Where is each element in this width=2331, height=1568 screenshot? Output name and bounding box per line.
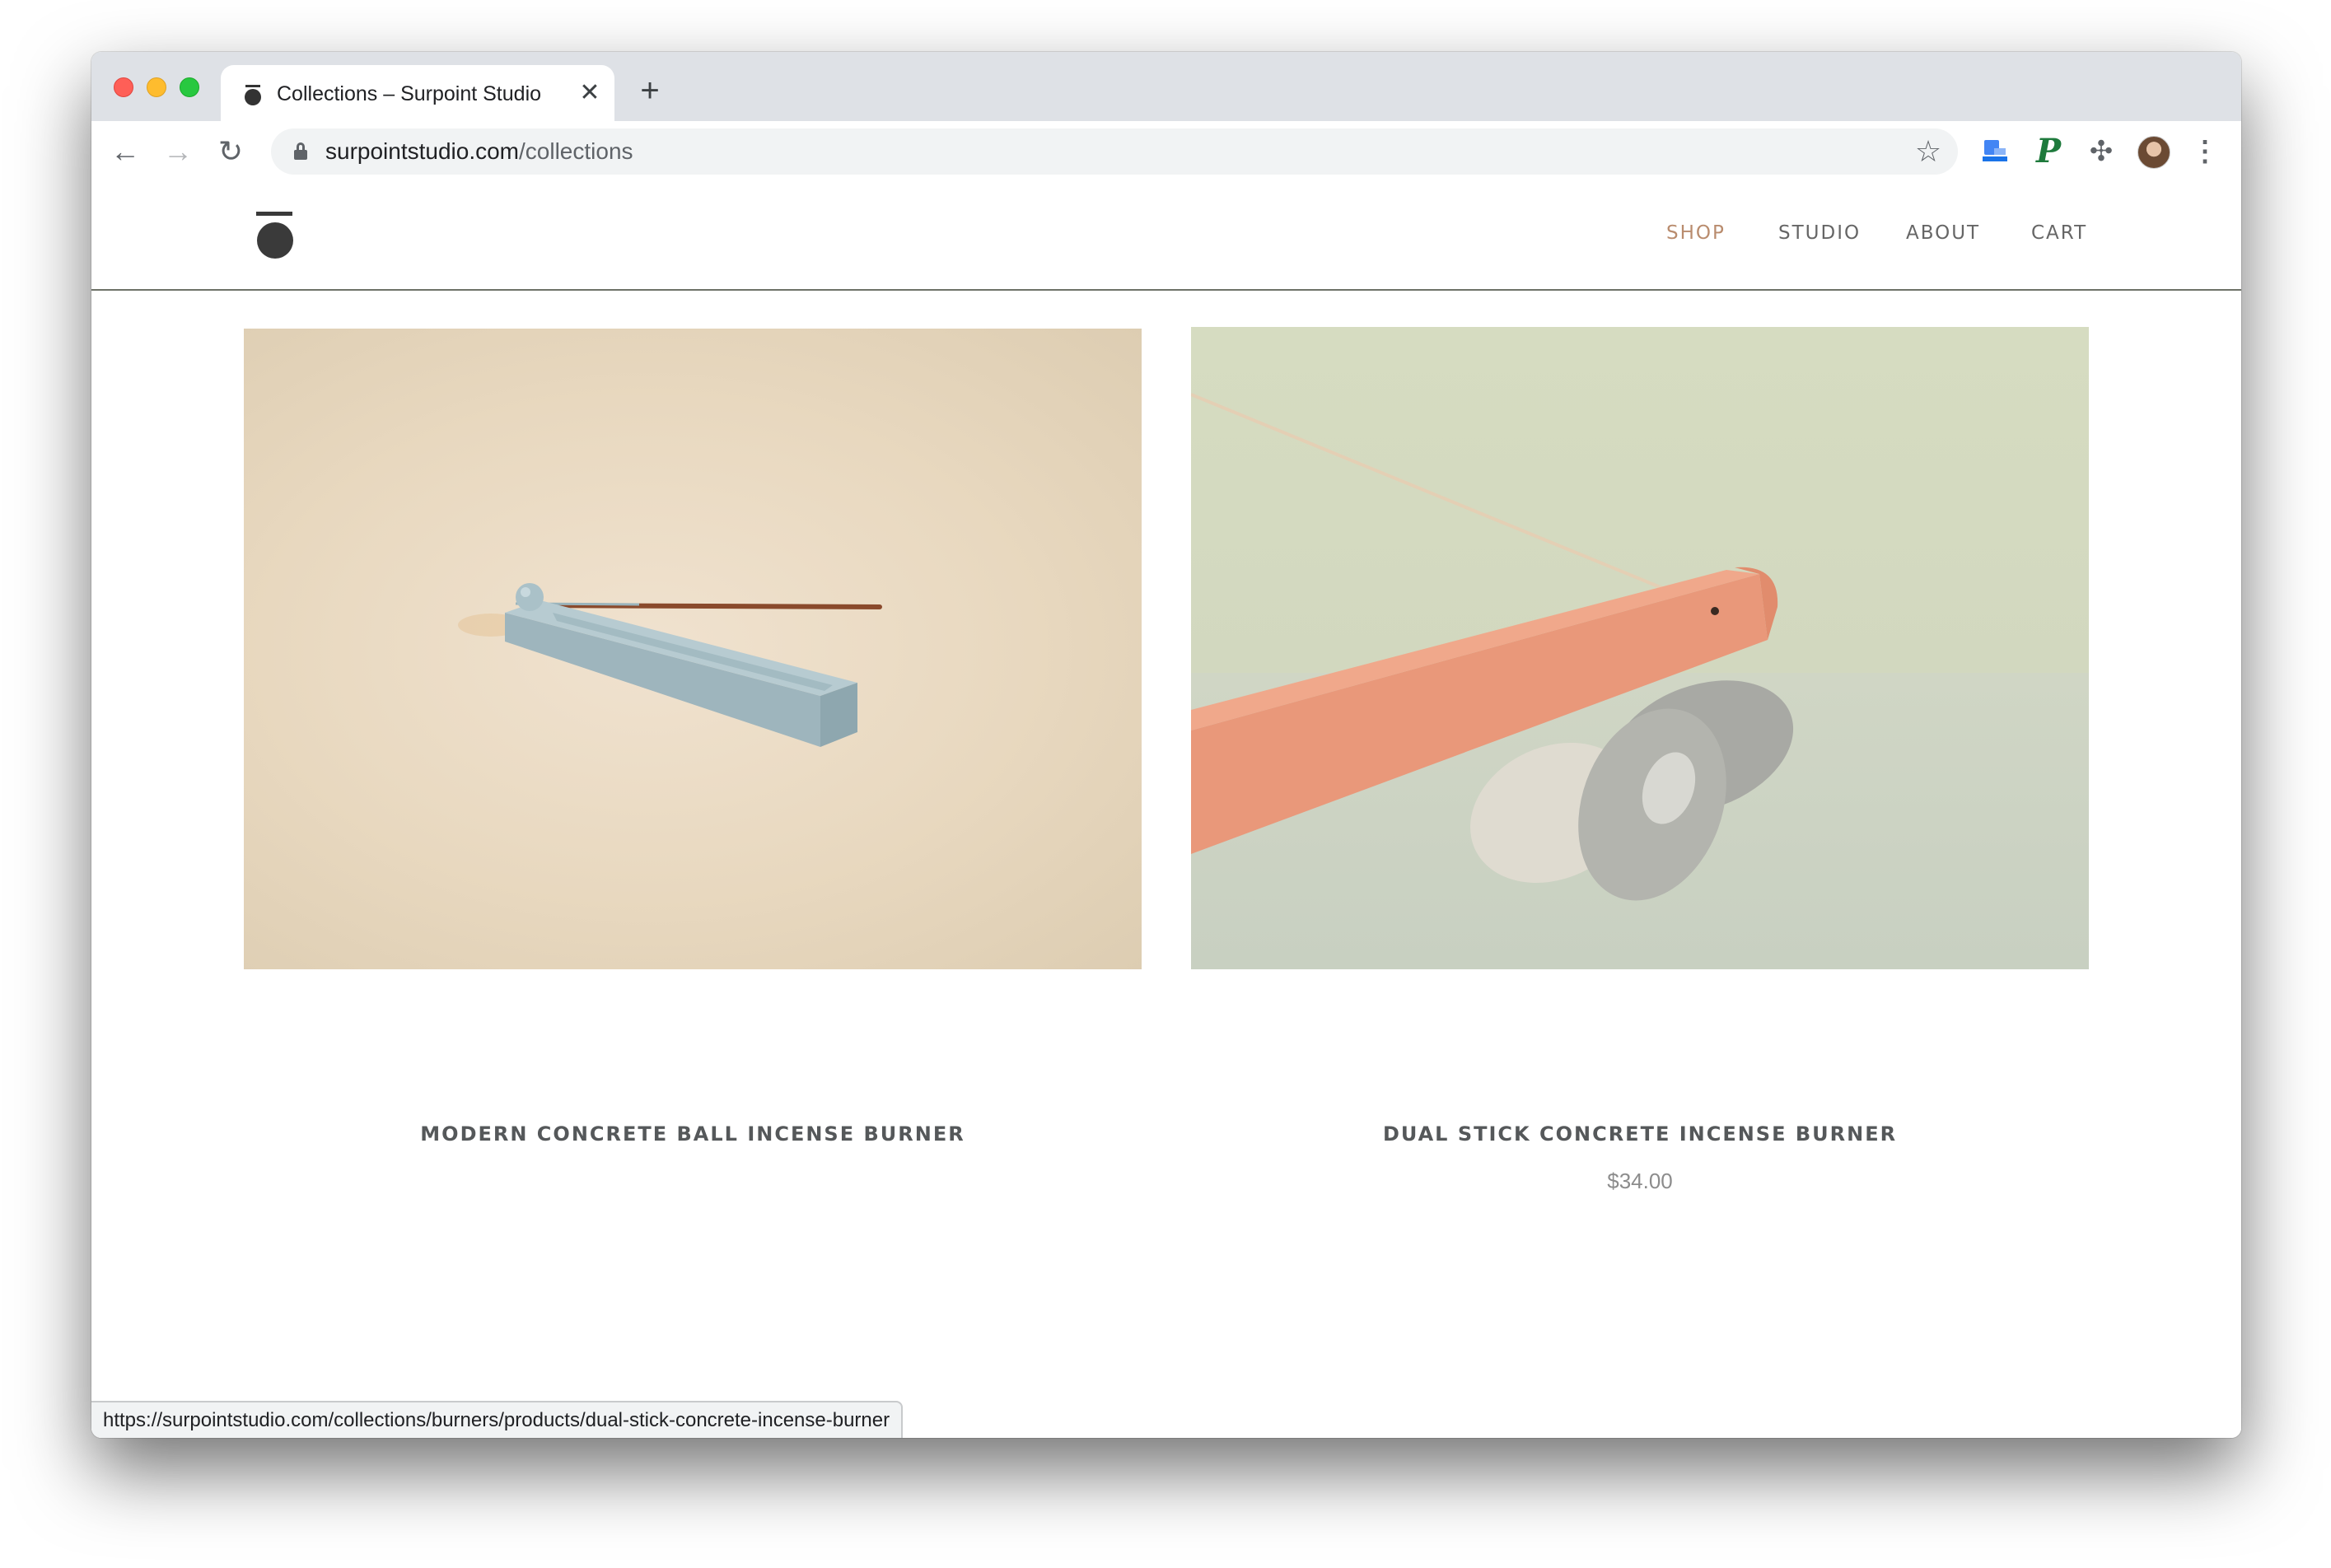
- profile-avatar[interactable]: [2137, 136, 2170, 169]
- bookmark-star-icon[interactable]: ☆: [1910, 133, 1946, 170]
- window-close-button[interactable]: [114, 77, 133, 97]
- url-text[interactable]: surpointstudio.com/collections: [325, 138, 633, 165]
- tab-title: Collections – Surpoint Studio: [277, 82, 542, 105]
- nav-cart[interactable]: CART: [2031, 222, 2087, 244]
- puzzle-extension-icon[interactable]: ✣: [2081, 132, 2121, 171]
- surpoint-logo-icon[interactable]: [255, 212, 295, 261]
- url-host: surpointstudio.com: [325, 138, 520, 164]
- reload-button[interactable]: ↻: [212, 133, 250, 170]
- back-button[interactable]: ←: [106, 133, 144, 170]
- browser-menu-icon[interactable]: ⋮: [2189, 133, 2221, 170]
- link-status-bar: https://surpointstudio.com/collections/b…: [91, 1401, 904, 1438]
- tab-strip: Collections – Surpoint Studio ✕ +: [91, 52, 2241, 121]
- bookmark-manager-extension-icon[interactable]: [1976, 132, 2016, 171]
- url-path: /collections: [519, 138, 633, 164]
- product-image-ball-incense-burner[interactable]: [244, 329, 1142, 969]
- nav-studio[interactable]: STUDIO: [1778, 222, 1861, 244]
- product-price: $34.00: [1607, 1169, 1673, 1193]
- browser-tab[interactable]: Collections – Surpoint Studio ✕: [221, 65, 614, 121]
- close-tab-icon[interactable]: ✕: [577, 80, 603, 106]
- product-image-dual-stick-incense-burner[interactable]: [1191, 327, 2089, 969]
- address-bar[interactable]: surpointstudio.com/collections ☆: [271, 128, 1958, 175]
- product-title[interactable]: MODERN CONCRETE BALL INCENSE BURNER: [244, 1122, 1142, 1146]
- window-maximize-button[interactable]: [180, 77, 199, 97]
- window-minimize-button[interactable]: [147, 77, 166, 97]
- dual-stick-incense-burner-photo: [1191, 393, 1794, 901]
- product-title[interactable]: DUAL STICK CONCRETE INCENSE BURNER: [1191, 1122, 2089, 1146]
- lock-icon[interactable]: [294, 142, 307, 161]
- new-tab-button[interactable]: +: [635, 74, 665, 107]
- browser-toolbar: ← → ↻ surpointstudio.com/collections ☆ P…: [91, 121, 2241, 184]
- nav-shop[interactable]: SHOP: [1666, 222, 1726, 244]
- ball-incense-burner-photo: [458, 583, 882, 747]
- site-header: SHOP STUDIO ABOUT CART: [91, 182, 2241, 291]
- p-extension-icon[interactable]: P: [2029, 132, 2068, 171]
- browser-window: Collections – Surpoint Studio ✕ + ← → ↻ …: [91, 52, 2241, 1438]
- surpoint-logo-icon: [244, 85, 262, 105]
- nav-about[interactable]: ABOUT: [1906, 222, 1980, 244]
- forward-button[interactable]: →: [159, 133, 197, 170]
